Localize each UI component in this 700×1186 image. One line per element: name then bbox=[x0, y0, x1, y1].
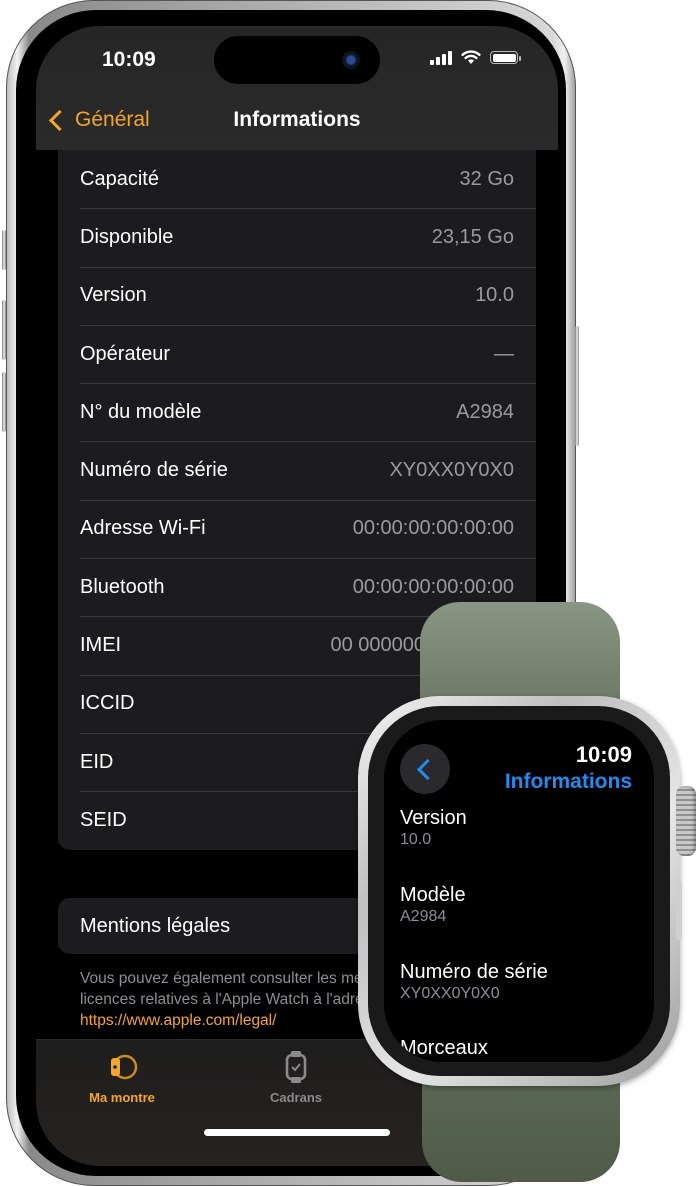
tab-watch-faces[interactable]: Cadrans bbox=[236, 1050, 356, 1105]
watch-item-label: Numéro de série bbox=[400, 961, 548, 983]
info-value: — bbox=[494, 342, 514, 365]
info-label: Adresse Wi-Fi bbox=[80, 517, 206, 540]
info-row: Opérateur — bbox=[58, 324, 536, 383]
watch-item-value: XY0XX0Y0X0 bbox=[400, 985, 500, 1002]
watch-item-label: Version bbox=[400, 807, 467, 829]
info-label: SEID bbox=[80, 808, 127, 831]
dynamic-island bbox=[214, 36, 380, 84]
watch-back-button[interactable] bbox=[400, 744, 450, 794]
watch-side-button bbox=[676, 880, 682, 940]
watch-item-label: Morceaux bbox=[400, 1037, 488, 1059]
camera-icon bbox=[342, 51, 360, 69]
info-row: Adresse Wi-Fi 00:00:00:00:00:00 bbox=[58, 499, 536, 558]
tab-label: Ma montre bbox=[89, 1090, 155, 1105]
battery-icon bbox=[490, 51, 521, 64]
watch-time: 10:09 bbox=[575, 742, 632, 767]
watch-item-value: A2984 bbox=[400, 908, 447, 925]
power-button bbox=[575, 326, 579, 446]
info-label: Opérateur bbox=[80, 342, 171, 365]
apple-watch: 10:09 Informations Version 10.0 Modèle A… bbox=[358, 696, 680, 1086]
info-label: EID bbox=[80, 750, 114, 773]
info-row: Capacité 32 Go bbox=[58, 150, 536, 208]
info-label: Version bbox=[80, 284, 147, 307]
info-row: Numéro de série XY0XX0Y0X0 bbox=[58, 441, 536, 499]
legal-label: Mentions légales bbox=[80, 914, 231, 937]
info-value: A2984 bbox=[456, 400, 514, 423]
watch-screen: 10:09 Informations Version 10.0 Modèle A… bbox=[384, 720, 654, 1062]
info-value: 00:00:00:00:00:00 bbox=[352, 575, 514, 598]
watch-item-version: Version 10.0 bbox=[400, 806, 467, 850]
watch-item-songs: Morceaux bbox=[400, 1036, 488, 1060]
digital-crown bbox=[676, 786, 696, 856]
volume-down-button bbox=[2, 372, 6, 432]
my-watch-icon bbox=[111, 1054, 138, 1080]
tab-my-watch[interactable]: Ma montre bbox=[62, 1050, 182, 1105]
watch-item-serial: Numéro de série XY0XX0Y0X0 bbox=[400, 960, 548, 1004]
info-label: ICCID bbox=[80, 692, 135, 715]
info-value: 10.0 bbox=[475, 284, 514, 307]
info-label: IMEI bbox=[80, 634, 122, 657]
info-value: 00:00:00:00:00:00 bbox=[352, 517, 514, 540]
status-icons bbox=[430, 50, 521, 65]
tab-label: Cadrans bbox=[269, 1090, 323, 1105]
info-value: 32 Go bbox=[459, 167, 514, 190]
watch-item-label: Modèle bbox=[400, 884, 466, 906]
page-title: Informations bbox=[233, 108, 361, 131]
info-row: N° du modèle A2984 bbox=[58, 383, 536, 441]
volume-up-button bbox=[2, 300, 6, 360]
info-value: 23,15 Go bbox=[431, 225, 514, 248]
wifi-icon bbox=[461, 50, 481, 64]
info-label: Numéro de série bbox=[80, 459, 228, 482]
info-label: N° du modèle bbox=[80, 400, 202, 423]
info-row: Disponible 23,15 Go bbox=[58, 208, 536, 266]
info-label: Capacité bbox=[80, 167, 159, 190]
info-value: XY0XX0Y0X0 bbox=[389, 459, 514, 482]
info-row: Version 10.0 bbox=[58, 266, 536, 325]
status-time: 10:09 bbox=[102, 48, 156, 71]
home-indicator[interactable] bbox=[204, 1129, 390, 1136]
cellular-signal-icon bbox=[430, 50, 452, 65]
watch-faces-icon bbox=[285, 1051, 307, 1083]
watch-item-value: 10.0 bbox=[400, 831, 432, 848]
info-label: Bluetooth bbox=[80, 575, 165, 598]
navigation-bar: 10:09 Général Informations bbox=[36, 26, 558, 150]
watch-title: Informations bbox=[504, 770, 632, 793]
info-label: Disponible bbox=[80, 225, 174, 248]
watch-item-model: Modèle A2984 bbox=[400, 883, 466, 927]
action-button bbox=[2, 230, 6, 270]
